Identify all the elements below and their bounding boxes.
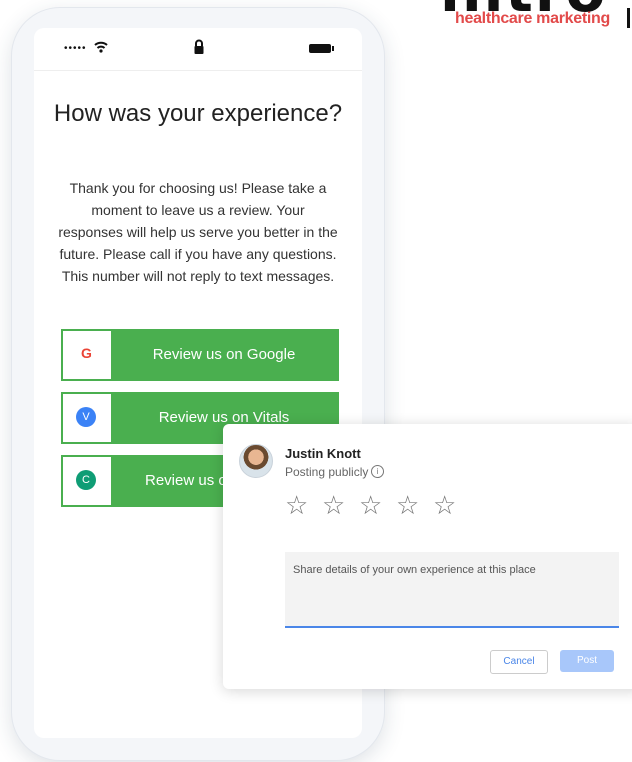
- battery-icon: [309, 44, 334, 53]
- third-site-icon: C: [76, 470, 96, 490]
- vitals-icon: V: [76, 407, 96, 427]
- star-2-icon[interactable]: ☆: [322, 492, 351, 518]
- vitals-icon-box: V: [63, 394, 111, 442]
- review-google-button[interactable]: G Review us on Google: [61, 329, 339, 381]
- wifi-icon: [94, 41, 108, 53]
- user-name: Justin Knott: [285, 446, 361, 461]
- star-4-icon[interactable]: ☆: [396, 492, 425, 518]
- review-card: Justin Knott Posting publicly i ☆ ☆ ☆ ☆ ☆ Sh…: [223, 424, 632, 689]
- star-5-icon[interactable]: ☆: [433, 492, 462, 518]
- info-icon[interactable]: i: [371, 465, 384, 478]
- review-google-label: Review us on Google: [152, 346, 296, 363]
- posting-status: Posting publicly: [285, 465, 369, 479]
- review-placeholder: Share details of your own experience at …: [293, 564, 536, 576]
- brand-divider: [627, 8, 630, 28]
- status-bar: •••••: [34, 28, 362, 71]
- google-icon-box: G: [63, 331, 111, 379]
- avatar: [239, 444, 273, 478]
- post-button[interactable]: Post: [560, 650, 614, 672]
- star-3-icon[interactable]: ☆: [359, 492, 388, 518]
- page-title: How was your experience?: [53, 100, 343, 127]
- lock-icon: [194, 39, 204, 54]
- third-icon-box: C: [63, 457, 111, 505]
- review-textarea[interactable]: Share details of your own experience at …: [285, 552, 619, 628]
- signal-icon: •••••: [64, 43, 87, 54]
- brand-tagline: healthcare marketing: [455, 10, 610, 27]
- message-body: Thank you for choosing us! Please take a…: [58, 180, 338, 284]
- google-icon: G: [81, 345, 92, 361]
- star-1-icon[interactable]: ☆: [285, 492, 314, 518]
- cancel-button[interactable]: Cancel: [490, 650, 548, 674]
- star-rating: ☆ ☆ ☆ ☆ ☆: [285, 492, 470, 519]
